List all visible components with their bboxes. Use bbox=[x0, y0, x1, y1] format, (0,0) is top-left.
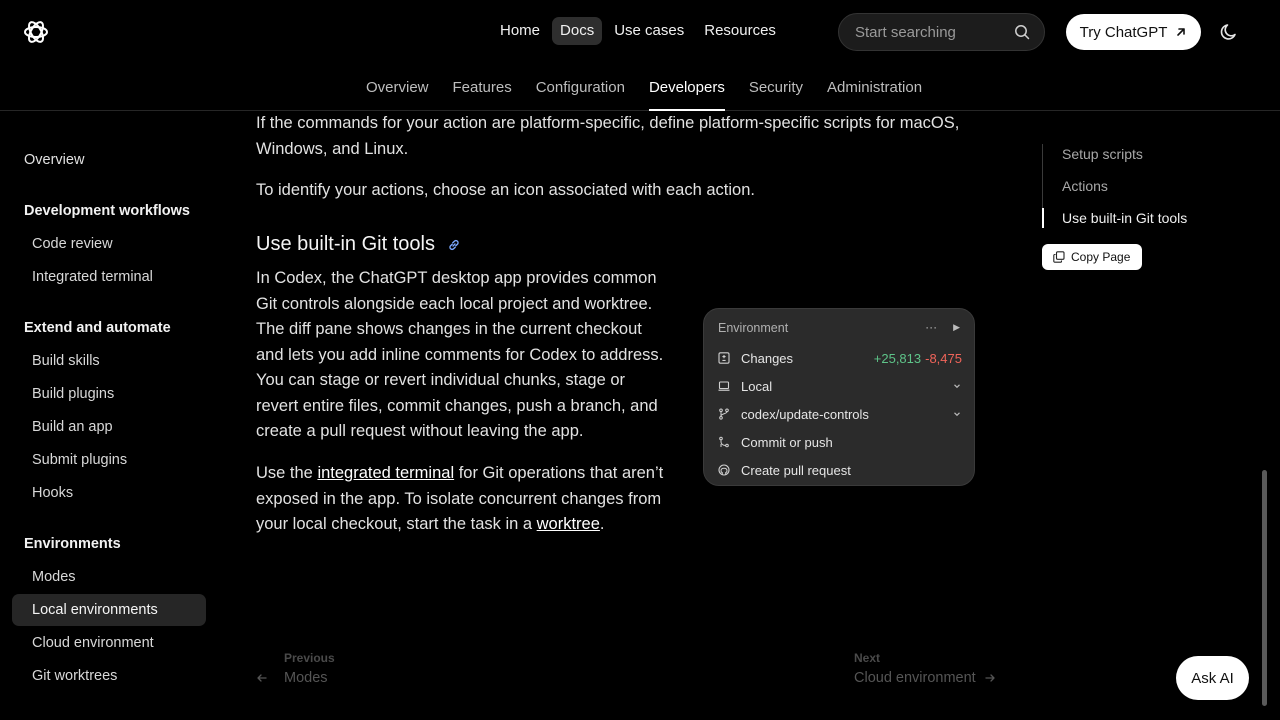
commit-label: Commit or push bbox=[741, 434, 833, 450]
integrated-terminal-link[interactable]: integrated terminal bbox=[317, 464, 454, 482]
openai-logo-icon[interactable] bbox=[22, 18, 50, 46]
nav-home[interactable]: Home bbox=[492, 17, 548, 45]
next-row: Cloud environment bbox=[854, 665, 996, 686]
toc-item-git-tools[interactable]: Use built-in Git tools bbox=[1062, 210, 1187, 226]
moon-icon[interactable] bbox=[1218, 21, 1240, 43]
sidebar-item-integrated-terminal[interactable]: Integrated terminal bbox=[12, 261, 206, 293]
ask-ai-button[interactable]: Ask AI bbox=[1176, 656, 1249, 700]
sidebar: Overview Development workflows Code revi… bbox=[0, 111, 220, 720]
git-row-commit: Commit or push bbox=[718, 432, 962, 452]
play-icon: ▶ bbox=[953, 322, 960, 332]
next-page-link[interactable]: Next Cloud environment bbox=[854, 651, 996, 686]
git-row-branch: codex/update-controls bbox=[718, 404, 962, 424]
git-panel-illustration: Environment ··· ▶ Changes +25,813 -8,475… bbox=[703, 308, 975, 486]
pull-request-label: Create pull request bbox=[741, 462, 851, 478]
arrow-right-icon bbox=[985, 674, 995, 682]
next-caption: Next bbox=[854, 651, 881, 665]
diff-stats: +25,813 -8,475 bbox=[874, 351, 962, 366]
paragraph-icons: To identify your actions, choose an icon… bbox=[256, 181, 755, 199]
link-icon[interactable] bbox=[447, 238, 461, 252]
nav-use-cases[interactable]: Use cases bbox=[606, 17, 692, 45]
top-header: Home Docs Use cases Resources Try ChatGP… bbox=[0, 0, 1280, 111]
tab-overview[interactable]: Overview bbox=[354, 70, 441, 110]
previous-row: Modes bbox=[256, 665, 335, 686]
toc-active-marker bbox=[1042, 208, 1044, 228]
worktree-link[interactable]: worktree bbox=[537, 515, 600, 533]
toc-item-setup-scripts[interactable]: Setup scripts bbox=[1062, 146, 1143, 162]
tab-administration[interactable]: Administration bbox=[815, 70, 934, 110]
branch-dropdown bbox=[952, 409, 962, 419]
sidebar-item-cloud-environment[interactable]: Cloud environment bbox=[12, 627, 206, 659]
previous-page-link[interactable]: Previous Modes bbox=[256, 651, 335, 686]
chevron-down-icon bbox=[954, 412, 960, 417]
search-input[interactable] bbox=[855, 23, 1005, 41]
tab-features[interactable]: Features bbox=[441, 70, 524, 110]
github-icon bbox=[718, 464, 730, 476]
search-icon[interactable] bbox=[1014, 24, 1030, 40]
heading-git-tools: Use built-in Git tools bbox=[256, 233, 435, 255]
docs-subnav: Overview Features Configuration Develope… bbox=[354, 70, 934, 111]
toc-item-actions[interactable]: Actions bbox=[1062, 178, 1108, 194]
sidebar-item-git-worktrees[interactable]: Git worktrees bbox=[12, 660, 206, 692]
paragraph-git-controls: In Codex, the ChatGPT desktop app provid… bbox=[256, 269, 664, 440]
sidebar-heading-extend-and-automate: Extend and automate bbox=[24, 320, 171, 336]
git-panel-title: Environment bbox=[718, 321, 789, 335]
sidebar-item-submit-plugins[interactable]: Submit plugins bbox=[12, 444, 206, 476]
text-use-the: Use the bbox=[256, 464, 318, 482]
sidebar-item-hooks[interactable]: Hooks bbox=[12, 477, 206, 509]
local-dropdown bbox=[952, 381, 962, 391]
previous-caption: Previous bbox=[284, 651, 335, 665]
git-row-pull-request: Create pull request bbox=[718, 460, 962, 480]
branch-label: codex/update-controls bbox=[741, 406, 869, 422]
try-chatgpt-label: Try ChatGPT bbox=[1079, 23, 1168, 41]
more-icon: ··· bbox=[925, 320, 938, 334]
chevron-down-icon bbox=[954, 384, 960, 389]
sidebar-heading-environments: Environments bbox=[24, 536, 121, 552]
arrow-left-icon bbox=[257, 674, 267, 682]
paragraph-terminal-worktree: Use the integrated terminal for Git oper… bbox=[256, 461, 666, 538]
git-panel-actions: ··· ▶ bbox=[925, 320, 960, 334]
additions-count: +25,813 bbox=[873, 350, 922, 366]
arrow-up-right-icon bbox=[1177, 28, 1186, 36]
text-period: . bbox=[599, 515, 605, 533]
copy-page-label: Copy Page bbox=[1071, 250, 1131, 264]
paragraph-platform-scripts: If the commands for your action are plat… bbox=[256, 114, 960, 158]
nav-resources[interactable]: Resources bbox=[696, 17, 784, 45]
next-title: Cloud environment bbox=[854, 670, 976, 686]
tab-configuration[interactable]: Configuration bbox=[524, 70, 637, 110]
sidebar-item-code-review[interactable]: Code review bbox=[12, 228, 206, 260]
changes-label: Changes bbox=[741, 350, 794, 366]
git-row-changes: Changes +25,813 -8,475 bbox=[718, 348, 962, 368]
deletions-count: -8,475 bbox=[925, 350, 962, 366]
sidebar-item-overview[interactable]: Overview bbox=[12, 144, 206, 176]
local-label: Local bbox=[741, 378, 773, 394]
section-heading: Use built-in Git tools bbox=[256, 233, 461, 256]
sidebar-heading-development-workflows: Development workflows bbox=[24, 203, 190, 219]
sidebar-item-build-an-app[interactable]: Build an app bbox=[12, 411, 206, 443]
diff-icon bbox=[718, 352, 730, 364]
try-chatgpt-button[interactable]: Try ChatGPT bbox=[1066, 14, 1201, 50]
tab-security[interactable]: Security bbox=[737, 70, 815, 110]
main-nav: Home Docs Use cases Resources bbox=[492, 17, 784, 45]
search-box[interactable] bbox=[838, 13, 1045, 51]
laptop-icon bbox=[718, 380, 730, 392]
copy-icon bbox=[1053, 251, 1065, 263]
git-row-local: Local bbox=[718, 376, 962, 396]
branch-icon bbox=[718, 408, 730, 420]
commit-icon bbox=[718, 436, 730, 448]
nav-docs[interactable]: Docs bbox=[552, 17, 603, 45]
sidebar-item-local-environments[interactable]: Local environments bbox=[12, 594, 206, 626]
table-of-contents: Setup scripts Actions Use built-in Git t… bbox=[1042, 144, 1187, 228]
copy-page-button[interactable]: Copy Page bbox=[1042, 244, 1142, 270]
sidebar-item-build-plugins[interactable]: Build plugins bbox=[12, 378, 206, 410]
sidebar-item-build-skills[interactable]: Build skills bbox=[12, 345, 206, 377]
sidebar-item-modes[interactable]: Modes bbox=[12, 561, 206, 593]
tab-developers[interactable]: Developers bbox=[637, 70, 737, 111]
previous-title: Modes bbox=[284, 670, 328, 686]
scrollbar-thumb[interactable] bbox=[1262, 470, 1267, 706]
